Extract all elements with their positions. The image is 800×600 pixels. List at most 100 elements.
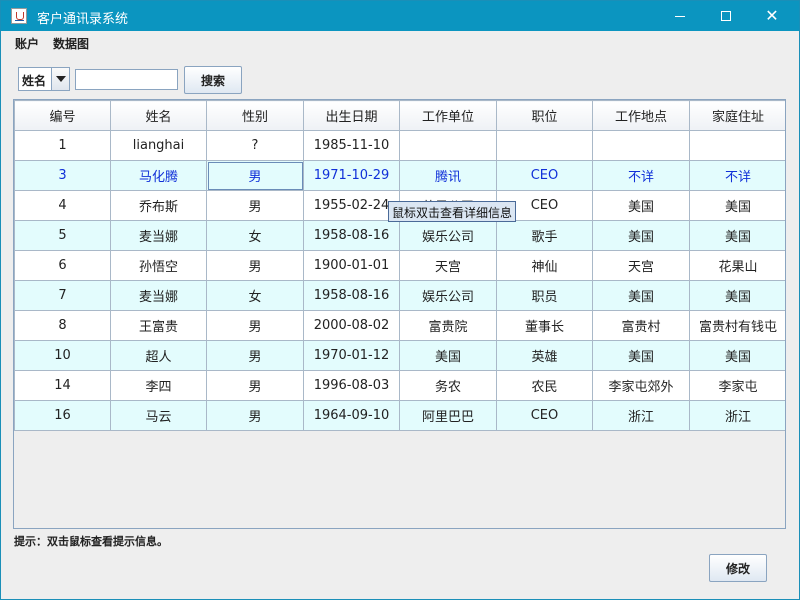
table-cell[interactable]: 阿里巴巴 xyxy=(399,400,497,431)
table-cell[interactable]: 农民 xyxy=(496,370,593,401)
table-cell[interactable]: 男 xyxy=(206,400,304,431)
table-row[interactable]: 8 王富贵男 2000-08-02 富贵院 董事长 富贵村 富贵村有钱屯 xyxy=(14,310,785,341)
table-cell[interactable]: 1958-08-16 xyxy=(303,280,400,311)
table-row[interactable]: 10 超人男 1970-01-12 美国 英雄 美国 美国 xyxy=(14,340,785,371)
table-cell[interactable]: CEO xyxy=(496,400,593,431)
table-cell[interactable]: 乔布斯 xyxy=(110,190,207,221)
table-cell[interactable]: 美国 xyxy=(399,340,497,371)
maximize-button[interactable] xyxy=(703,1,749,31)
table-row[interactable]: 16 马云男 1964-09-10 阿里巴巴 CEO 浙江 浙江 xyxy=(14,400,785,431)
table-cell[interactable]: ? xyxy=(206,130,304,161)
column-header-company[interactable]: 工作单位 xyxy=(399,100,497,131)
table-cell[interactable]: 职员 xyxy=(496,280,593,311)
table-cell[interactable]: 8 xyxy=(14,310,111,341)
table-cell[interactable]: 1900-01-01 xyxy=(303,250,400,281)
table-cell[interactable]: 1958-08-16 xyxy=(303,220,400,251)
table-cell[interactable]: 腾讯 xyxy=(399,160,497,191)
table-cell[interactable]: 5 xyxy=(14,220,111,251)
table-cell[interactable]: 1964-09-10 xyxy=(303,400,400,431)
table-row[interactable]: 5 麦当娜女 1958-08-16 娱乐公司 歌手 美国 美国 xyxy=(14,220,785,251)
table-cell[interactable]: 马云 xyxy=(110,400,207,431)
table-cell[interactable]: 务农 xyxy=(399,370,497,401)
table-cell[interactable]: 李家屯郊外 xyxy=(592,370,690,401)
table-cell[interactable]: 超人 xyxy=(110,340,207,371)
table-cell[interactable]: 男 xyxy=(206,160,304,191)
minimize-button[interactable] xyxy=(657,1,703,31)
table-cell[interactable]: 李家屯 xyxy=(689,370,785,401)
table-cell[interactable]: 男 xyxy=(206,250,304,281)
table-cell[interactable]: 不详 xyxy=(592,160,690,191)
column-header-work-location[interactable]: 工作地点 xyxy=(592,100,690,131)
table-cell[interactable]: 1971-10-29 xyxy=(303,160,400,191)
table-cell[interactable]: 美国 xyxy=(592,280,690,311)
table-cell[interactable]: 男 xyxy=(206,310,304,341)
table-row[interactable]: 6 孙悟空男 1900-01-01 天宫 神仙 天宫 花果山 xyxy=(14,250,785,281)
table-cell[interactable]: 不详 xyxy=(689,160,785,191)
dropdown-arrow[interactable] xyxy=(51,68,69,90)
table-cell[interactable]: 16 xyxy=(14,400,111,431)
table-cell[interactable] xyxy=(592,130,690,161)
table-cell[interactable]: 1970-01-12 xyxy=(303,340,400,371)
column-header-id[interactable]: 编号 xyxy=(14,100,111,131)
table-cell[interactable]: 富贵村有钱屯 xyxy=(689,310,785,341)
table-cell[interactable]: 王富贵 xyxy=(110,310,207,341)
column-header-name[interactable]: 姓名 xyxy=(110,100,207,131)
table-cell[interactable]: 美国 xyxy=(592,220,690,251)
table-row[interactable]: 7 麦当娜女 1958-08-16 娱乐公司 职员 美国 美国 xyxy=(14,280,785,311)
table-cell[interactable]: 3 xyxy=(14,160,111,191)
table-row[interactable]: 1 lianghai? 1985-11-10 xyxy=(14,130,785,161)
table-cell[interactable]: 男 xyxy=(206,340,304,371)
table-cell[interactable]: 神仙 xyxy=(496,250,593,281)
table-cell[interactable]: 马化腾 xyxy=(110,160,207,191)
table-cell[interactable]: 天宫 xyxy=(592,250,690,281)
menu-account[interactable]: 账户 xyxy=(15,35,39,52)
table-cell[interactable]: 男 xyxy=(206,190,304,221)
column-header-home-address[interactable]: 家庭住址 xyxy=(689,100,785,131)
table-cell[interactable] xyxy=(689,130,785,161)
search-field-select[interactable]: 姓名 xyxy=(18,67,70,91)
table-cell[interactable] xyxy=(399,130,497,161)
table-cell[interactable]: 14 xyxy=(14,370,111,401)
table-cell[interactable]: 1 xyxy=(14,130,111,161)
table-cell[interactable]: 7 xyxy=(14,280,111,311)
table-cell[interactable]: 4 xyxy=(14,190,111,221)
table-cell[interactable]: 富贵村 xyxy=(592,310,690,341)
table-cell[interactable]: CEO xyxy=(496,160,593,191)
table-cell[interactable]: lianghai xyxy=(110,130,207,161)
table-cell[interactable]: 英雄 xyxy=(496,340,593,371)
table-cell[interactable]: 女 xyxy=(206,220,304,251)
table-cell[interactable]: 李四 xyxy=(110,370,207,401)
table-cell[interactable]: 麦当娜 xyxy=(110,280,207,311)
title-bar[interactable]: 客户通讯录系统 ✕ xyxy=(1,1,799,31)
table-cell[interactable]: 歌手 xyxy=(496,220,593,251)
search-input[interactable] xyxy=(75,69,178,90)
table-cell[interactable]: 美国 xyxy=(689,220,785,251)
table-cell[interactable]: 美国 xyxy=(689,340,785,371)
menu-data-chart[interactable]: 数据图 xyxy=(53,35,89,52)
column-header-position[interactable]: 职位 xyxy=(496,100,593,131)
table-cell[interactable]: 美国 xyxy=(592,340,690,371)
search-button[interactable]: 搜索 xyxy=(184,66,242,94)
close-button[interactable]: ✕ xyxy=(749,1,795,31)
column-header-birthdate[interactable]: 出生日期 xyxy=(303,100,400,131)
table-cell[interactable]: 娱乐公司 xyxy=(399,280,497,311)
table-cell[interactable]: 麦当娜 xyxy=(110,220,207,251)
table-cell[interactable]: 美国 xyxy=(689,280,785,311)
table-cell[interactable]: 浙江 xyxy=(689,400,785,431)
table-cell[interactable]: 1985-11-10 xyxy=(303,130,400,161)
table-cell[interactable]: 美国 xyxy=(592,190,690,221)
table-cell[interactable] xyxy=(496,130,593,161)
table-cell[interactable]: 娱乐公司 xyxy=(399,220,497,251)
table-cell[interactable]: 10 xyxy=(14,340,111,371)
table-cell[interactable]: 美国 xyxy=(689,190,785,221)
column-header-gender[interactable]: 性别 xyxy=(206,100,304,131)
table-cell[interactable]: 6 xyxy=(14,250,111,281)
table-cell[interactable]: 女 xyxy=(206,280,304,311)
table-cell[interactable]: 1996-08-03 xyxy=(303,370,400,401)
table-cell[interactable]: 天宫 xyxy=(399,250,497,281)
table-cell[interactable]: 孙悟空 xyxy=(110,250,207,281)
table-cell[interactable]: 1955-02-24 xyxy=(303,190,400,221)
table-cell[interactable]: 富贵院 xyxy=(399,310,497,341)
edit-button[interactable]: 修改 xyxy=(709,554,767,582)
table-cell[interactable]: 浙江 xyxy=(592,400,690,431)
